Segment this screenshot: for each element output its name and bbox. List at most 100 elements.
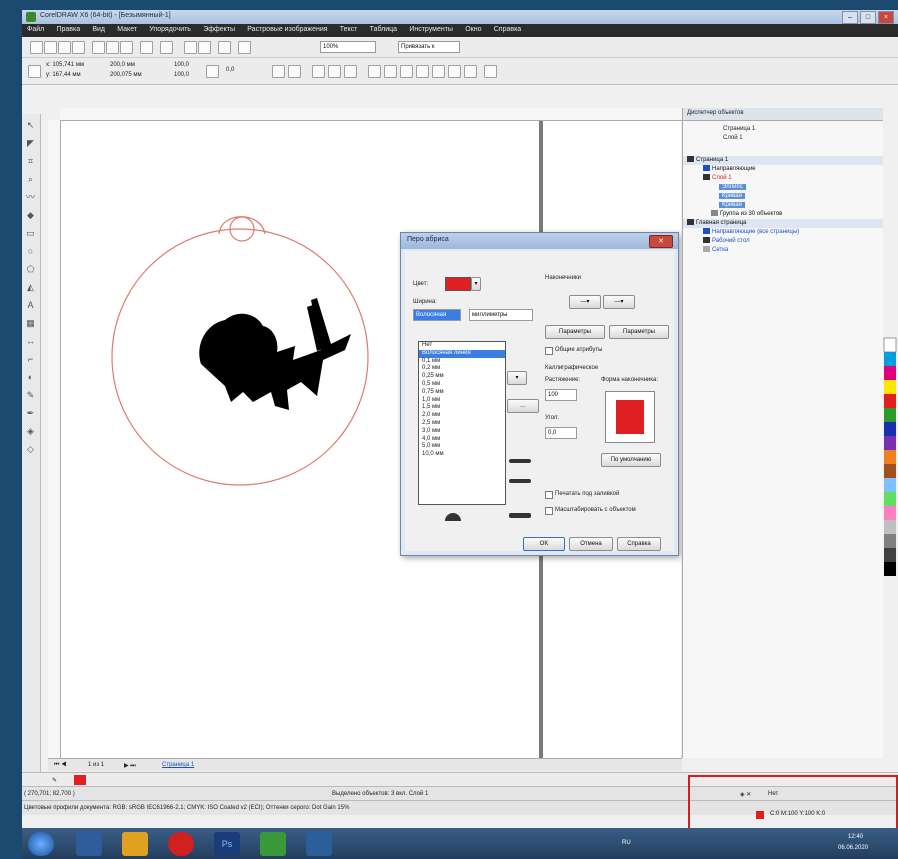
save-icon[interactable] — [58, 41, 71, 54]
behind-fill-checkbox[interactable] — [545, 491, 553, 499]
text-tool-icon[interactable]: A — [25, 300, 36, 311]
polygon-tool-icon[interactable]: ⬠ — [25, 264, 36, 275]
menu-view[interactable]: Вид — [87, 24, 110, 35]
language-indicator[interactable]: RU — [622, 840, 631, 846]
cancel-button[interactable]: Отмена — [569, 537, 613, 551]
tree-item-curve[interactable]: Кривая — [683, 201, 883, 210]
width-option[interactable]: 0,5 мм — [419, 381, 505, 389]
scale-x[interactable]: 100,0 — [174, 62, 189, 68]
current-outline-swatch[interactable] — [74, 775, 86, 785]
zoom-level-select[interactable]: 100% — [320, 41, 376, 53]
end-arrow-select[interactable]: —▾ — [603, 295, 635, 309]
menu-tools[interactable]: Инструменты — [404, 24, 458, 35]
file-explorer-icon[interactable] — [76, 832, 102, 856]
minimize-button[interactable]: – — [842, 11, 858, 24]
rectangle-tool-icon[interactable]: ▭ — [25, 228, 36, 239]
menu-layout[interactable]: Макет — [112, 24, 142, 35]
pilot-silhouette-group[interactable] — [199, 298, 351, 410]
width-dropdown-list[interactable]: Нет Волосяная линия 0,1 мм 0,2 мм 0,25 м… — [418, 341, 506, 505]
basic-shapes-icon[interactable]: ◭ — [25, 282, 36, 293]
interactive-fill-icon[interactable]: ◇ — [25, 444, 36, 455]
snap-to-select[interactable]: Привязать к — [398, 41, 460, 53]
default-nib-button[interactable]: По умолчанию — [601, 453, 661, 467]
close-window-button[interactable]: × — [878, 11, 894, 24]
style-dropdown-icon[interactable]: ▾ — [507, 371, 527, 385]
horizontal-ruler[interactable] — [60, 108, 682, 121]
folder-icon[interactable] — [122, 832, 148, 856]
import-icon[interactable] — [184, 41, 197, 54]
arrow-options-button[interactable]: Параметры — [545, 325, 605, 339]
table-tool-icon[interactable]: ▦ — [25, 318, 36, 329]
edit-style-button[interactable]: … — [507, 399, 539, 413]
first-page-icon[interactable]: ⏮ ◀ — [54, 762, 66, 769]
width-option[interactable]: 10,0 мм — [419, 451, 505, 459]
ellipse-tool-icon[interactable]: ○ — [25, 246, 36, 257]
paste-icon[interactable] — [120, 41, 133, 54]
zoom-tool-icon[interactable]: ⌕ — [25, 174, 36, 185]
ungroup-icon[interactable] — [344, 65, 357, 78]
tree-item-ellipse[interactable]: Эллипс — [683, 183, 883, 192]
maximize-button[interactable]: □ — [860, 11, 876, 24]
mirror-vertical-icon[interactable] — [288, 65, 301, 78]
opera-icon[interactable] — [168, 832, 194, 856]
dialog-close-button[interactable]: ✕ — [649, 235, 673, 248]
group-icon[interactable] — [328, 65, 341, 78]
width-option[interactable]: 0,1 мм — [419, 358, 505, 366]
eyedropper-tool-icon[interactable]: ✎ — [25, 390, 36, 401]
width-option[interactable]: Нет — [419, 342, 505, 350]
object-origin-icon[interactable] — [28, 65, 41, 78]
connector-tool-icon[interactable]: ⌐ — [25, 354, 36, 365]
tree-item-group[interactable]: Группа из 30 объектов — [683, 210, 883, 219]
intersect-icon[interactable] — [400, 65, 413, 78]
page-tab[interactable]: Страница 1 — [162, 762, 194, 768]
copy-icon[interactable] — [106, 41, 119, 54]
shared-attrs-checkbox[interactable] — [545, 347, 553, 355]
dimension-tool-icon[interactable]: ↔ — [25, 336, 36, 347]
tree-item-master-page[interactable]: Главная страница — [683, 219, 883, 228]
cut-icon[interactable] — [92, 41, 105, 54]
redo-icon[interactable] — [160, 41, 173, 54]
print-icon[interactable] — [72, 41, 85, 54]
width-option[interactable]: 2,5 мм — [419, 420, 505, 428]
rotation-angle[interactable]: 0,0 — [226, 67, 234, 73]
menu-bitmaps[interactable]: Растровые изображения — [242, 24, 332, 35]
menu-window[interactable]: Окно — [460, 24, 486, 35]
width-select[interactable]: Волосяная — [413, 309, 461, 321]
menu-edit[interactable]: Правка — [51, 24, 85, 35]
freehand-tool-icon[interactable]: 〰 — [25, 192, 36, 203]
menu-arrange[interactable]: Упорядочить — [144, 24, 196, 35]
width-option[interactable]: 1,0 мм — [419, 397, 505, 405]
width-option[interactable]: 5,0 мм — [419, 443, 505, 451]
tree-item-all-guides[interactable]: Направляющие (все страницы) — [683, 228, 883, 237]
crop-tool-icon[interactable]: ⌗ — [25, 156, 36, 167]
tree-item-page[interactable]: Страница 1 — [683, 156, 883, 165]
menu-help[interactable]: Справка — [489, 24, 526, 35]
outline-pen-tool-icon[interactable]: ✒ — [25, 408, 36, 419]
x-position[interactable]: x: 105,741 мм — [46, 62, 84, 68]
color-profile-info[interactable]: Цветовые профили документа: RGB: sRGB IE… — [24, 805, 349, 811]
start-button-icon[interactable] — [28, 832, 54, 856]
mirror-horizontal-icon[interactable] — [272, 65, 285, 78]
combine-icon[interactable] — [312, 65, 325, 78]
menu-effects[interactable]: Эффекты — [198, 24, 240, 35]
menu-file[interactable]: Файл — [22, 24, 49, 35]
tree-item-grid[interactable]: Сетка — [683, 246, 883, 255]
object-height[interactable]: 200,075 мм — [110, 72, 142, 78]
back-minus-front-icon[interactable] — [448, 65, 461, 78]
scale-y[interactable]: 100,0 — [174, 72, 189, 78]
stretch-input[interactable]: 100 — [545, 389, 577, 401]
trim-icon[interactable] — [384, 65, 397, 78]
lock-ratio-icon[interactable] — [206, 65, 219, 78]
coreldraw-icon[interactable] — [260, 832, 286, 856]
help-button[interactable]: Справка — [617, 537, 661, 551]
welcome-screen-icon[interactable] — [238, 41, 251, 54]
nib-shape-preview[interactable] — [605, 391, 655, 443]
app-launcher-icon[interactable] — [218, 41, 231, 54]
weld-icon[interactable] — [368, 65, 381, 78]
undo-icon[interactable] — [140, 41, 153, 54]
color-palette[interactable] — [882, 108, 898, 758]
shape-tool-icon[interactable]: ◤ — [25, 138, 36, 149]
palette-swatches[interactable] — [882, 108, 898, 758]
color-swatch-button[interactable] — [445, 277, 471, 291]
simplify-icon[interactable] — [416, 65, 429, 78]
